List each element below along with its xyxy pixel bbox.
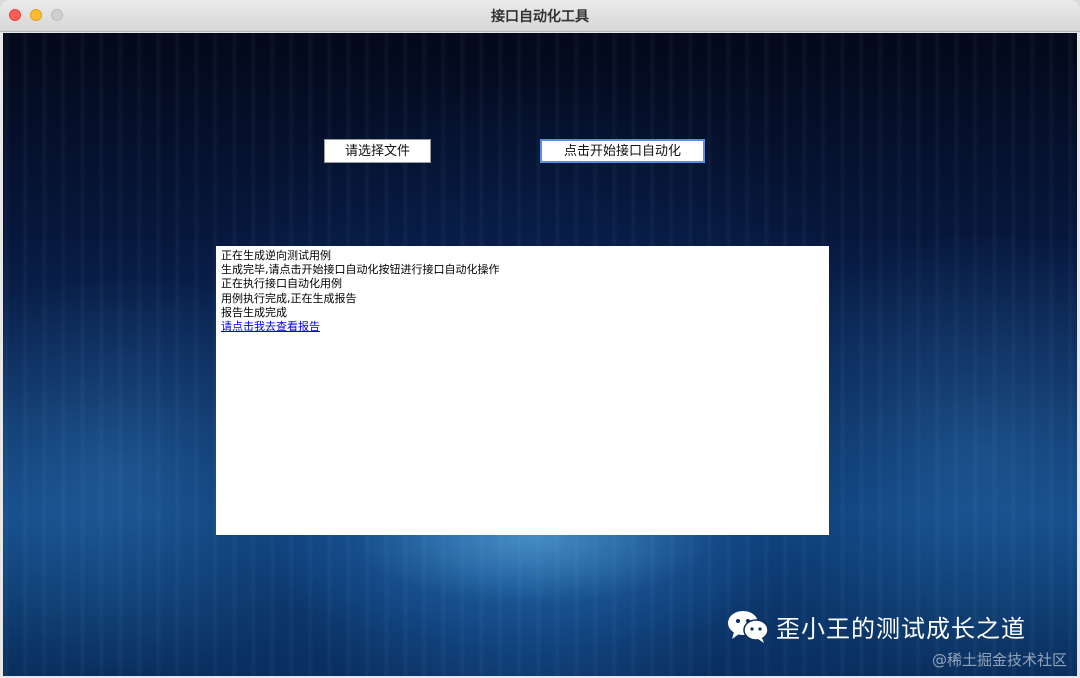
log-output: 正在生成逆向测试用例 生成完毕,请点击开始接口自动化按钮进行接口自动化操作 正在… xyxy=(216,246,829,535)
wechat-icon xyxy=(728,611,769,643)
watermark: 歪小王的测试成长之道 xyxy=(726,606,1026,646)
log-line: 正在执行接口自动化用例 xyxy=(221,277,342,291)
view-report-link[interactable]: 请点击我去查看报告 xyxy=(221,320,320,334)
credit-text: @稀土掘金技术社区 xyxy=(931,651,1067,669)
title-bar[interactable]: 接口自动化工具 xyxy=(0,0,1080,32)
log-line: 报告生成完成 xyxy=(221,305,287,319)
select-file-button[interactable]: 请选择文件 xyxy=(324,139,431,163)
main-panel: 请选择文件 点击开始接口自动化 正在生成逆向测试用例 生成完毕,请点击开始接口自… xyxy=(3,33,1077,676)
start-automation-button[interactable]: 点击开始接口自动化 xyxy=(540,139,705,163)
app-window: 接口自动化工具 请选择文件 点击开始接口自动化 正在生成逆向测试用例 生成完毕,… xyxy=(0,0,1080,678)
watermark-text: 歪小王的测试成长之道 xyxy=(776,614,1026,643)
log-line: 正在生成逆向测试用例 xyxy=(221,249,331,262)
window-title: 接口自动化工具 xyxy=(491,9,589,25)
log-line: 生成完毕,请点击开始接口自动化按钮进行接口自动化操作 xyxy=(221,263,500,277)
log-line: 用例执行完成,正在生成报告 xyxy=(221,291,357,305)
